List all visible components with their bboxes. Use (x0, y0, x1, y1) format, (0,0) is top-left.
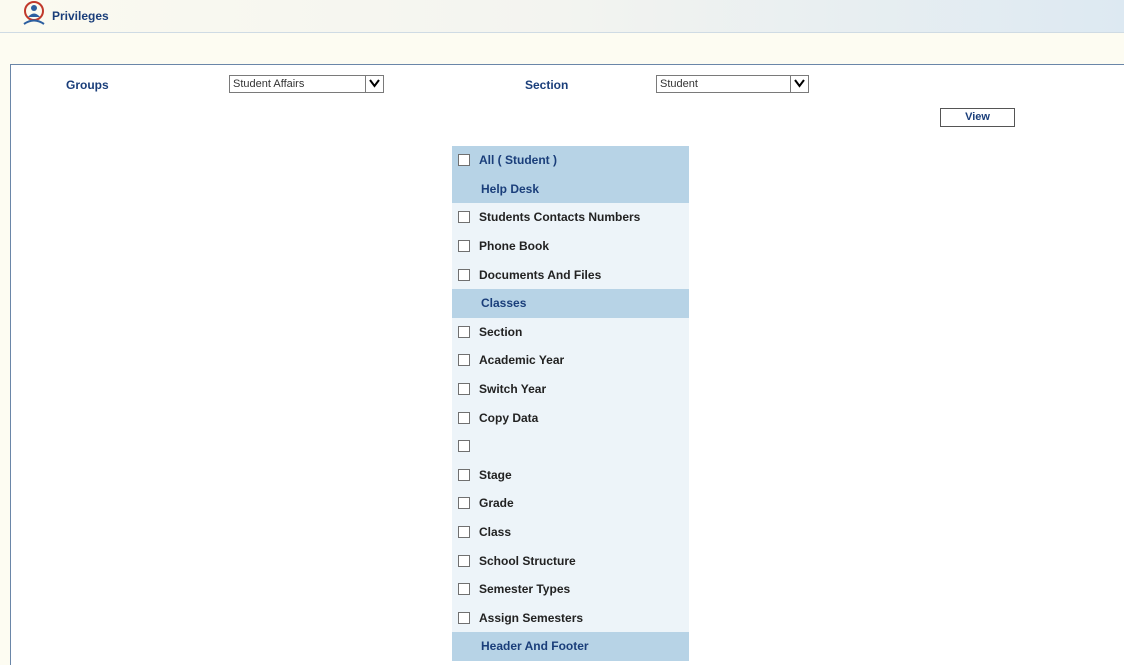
privilege-label: Academic Year (479, 353, 565, 368)
privilege-label: Section (479, 324, 523, 339)
section-header-label: Help Desk (481, 181, 540, 196)
groups-select-value: Student Affairs (233, 78, 305, 90)
privilege-label: Assign Semesters (479, 610, 584, 625)
page-title: Privileges (52, 9, 109, 23)
section-header: Help Desk (452, 174, 689, 204)
privilege-row[interactable]: Semester Types (452, 575, 689, 604)
privilege-label: Phone Book (479, 239, 550, 254)
section-select-value: Student (660, 78, 698, 90)
privilege-row[interactable]: Class (452, 518, 689, 547)
privilege-checkbox[interactable] (458, 440, 470, 453)
privilege-checkbox[interactable] (458, 497, 470, 510)
privilege-checkbox[interactable] (458, 583, 470, 596)
user-group-icon (23, 1, 45, 25)
section-label: Section (525, 78, 569, 92)
page-header: Privileges (0, 0, 1124, 33)
privilege-row[interactable]: School Structure (452, 546, 689, 575)
groups-label: Groups (66, 78, 109, 92)
privilege-label: Documents And Files (479, 267, 602, 282)
view-button[interactable]: View (940, 108, 1015, 127)
privilege-row[interactable]: Switch Year (452, 375, 689, 404)
privilege-checkbox[interactable] (458, 240, 470, 253)
privilege-checkbox[interactable] (458, 383, 470, 396)
privilege-row[interactable]: Section (452, 318, 689, 347)
privilege-row[interactable] (452, 432, 689, 461)
privilege-row[interactable]: Academic Year (452, 346, 689, 375)
privilege-checkbox[interactable] (458, 268, 470, 281)
chevron-down-icon[interactable] (790, 76, 808, 92)
privilege-checkbox[interactable] (458, 526, 470, 539)
groups-select[interactable]: Student Affairs (229, 75, 384, 93)
privilege-label: School Structure (479, 553, 576, 568)
privilege-row[interactable]: Phone Book (452, 232, 689, 261)
privilege-row[interactable]: Grade (452, 489, 689, 518)
privilege-label: Semester Types (479, 582, 571, 597)
privileges-list: All ( Student ) Help Desk Students Contac… (452, 146, 689, 661)
privilege-label: Stage (479, 467, 512, 482)
privilege-row[interactable]: Assign Semesters (452, 604, 689, 633)
all-label: All ( Student ) (479, 153, 557, 168)
privilege-checkbox[interactable] (458, 211, 470, 224)
chevron-down-icon[interactable] (365, 76, 383, 92)
privilege-label: Switch Year (479, 382, 547, 397)
section-header-label: Classes (481, 296, 527, 311)
privilege-checkbox[interactable] (458, 468, 470, 481)
section-header: Classes (452, 288, 689, 318)
privilege-checkbox[interactable] (458, 611, 470, 624)
privilege-row[interactable]: Documents And Files (452, 260, 689, 289)
all-checkbox[interactable] (458, 154, 470, 167)
privilege-label: Grade (479, 496, 514, 511)
all-student-row[interactable]: All ( Student ) (452, 146, 689, 175)
privilege-checkbox[interactable] (458, 325, 470, 338)
privilege-checkbox[interactable] (458, 554, 470, 567)
privilege-row[interactable]: Copy Data (452, 403, 689, 432)
privilege-row[interactable]: Stage (452, 461, 689, 490)
section-header-label: Header And Footer (481, 639, 589, 654)
privilege-label: Copy Data (479, 410, 539, 425)
privilege-label: Students Contacts Numbers (479, 210, 641, 225)
privilege-checkbox[interactable] (458, 354, 470, 367)
section-select[interactable]: Student (656, 75, 809, 93)
privilege-row[interactable]: Students Contacts Numbers (452, 203, 689, 232)
section-header: Header And Footer (452, 632, 689, 661)
privilege-label: Class (479, 525, 512, 540)
privilege-checkbox[interactable] (458, 411, 470, 424)
